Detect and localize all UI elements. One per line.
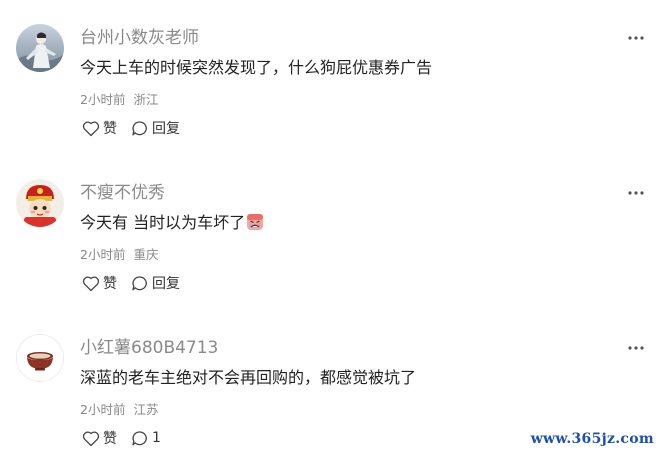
chat-bubble-icon (132, 120, 147, 135)
like-button[interactable]: 赞 (82, 428, 117, 448)
more-options-icon[interactable] (626, 183, 646, 203)
comment-location: 浙江 (133, 92, 159, 107)
chat-bubble-icon (132, 430, 147, 445)
comment-list: 台州小数灰老师 今天上车的时候突然发现了，什么狗屁优惠券广告 2小时前 浙江 赞… (0, 0, 662, 455)
comment-actions: 赞 回复 (82, 118, 180, 138)
reply-label: 回复 (152, 121, 180, 137)
heart-icon (82, 121, 100, 136)
more-options-icon[interactable] (626, 28, 646, 48)
comment-meta: 2小时前 浙江 (80, 92, 158, 108)
reply-button[interactable]: 回复 (131, 273, 180, 293)
like-button[interactable]: 赞 (82, 273, 117, 293)
username[interactable]: 不瘦不优秀 (80, 183, 165, 203)
like-label: 赞 (103, 431, 117, 447)
heart-icon (82, 276, 100, 291)
avatar[interactable] (16, 334, 64, 382)
comment-location: 江苏 (133, 402, 159, 417)
avatar[interactable] (16, 24, 64, 72)
cartoon-character-avatar-icon (16, 179, 64, 227)
bowl-avatar-icon (17, 335, 63, 381)
comment-item: 台州小数灰老师 今天上车的时候突然发现了，什么狗屁优惠券广告 2小时前 浙江 赞… (0, 0, 662, 155)
comment-time: 2小时前 (80, 247, 126, 262)
comment-time: 2小时前 (80, 92, 126, 107)
comment-text: 今天有 当时以为车坏了 (80, 213, 246, 232)
comment-text-row: 今天有 当时以为车坏了 (80, 213, 264, 236)
comment-meta: 2小时前 江苏 (80, 402, 158, 418)
crying-face-emoji-icon (246, 213, 264, 236)
watermark: www.365jz.com (530, 431, 654, 447)
username[interactable]: 台州小数灰老师 (80, 28, 199, 48)
comment-time: 2小时前 (80, 402, 126, 417)
comment-actions: 赞 回复 (82, 273, 180, 293)
more-options-icon[interactable] (626, 338, 646, 358)
comment-item: 不瘦不优秀 今天有 当时以为车坏了 2小时前 重庆 赞 回复 (0, 155, 662, 310)
figure-avatar-icon (16, 24, 64, 72)
like-label: 赞 (103, 121, 117, 137)
reply-count: 1 (152, 430, 161, 446)
comment-text: 今天上车的时候突然发现了，什么狗屁优惠券广告 (80, 58, 433, 77)
comment-location: 重庆 (133, 247, 159, 262)
comment-text: 深蓝的老车主绝对不会再回购的，都感觉被坑了 (80, 368, 417, 387)
reply-button[interactable]: 回复 (131, 118, 180, 138)
reply-button[interactable]: 1 (131, 430, 161, 447)
username[interactable]: 小红薯680B4713 (80, 338, 218, 358)
like-label: 赞 (103, 276, 117, 292)
avatar[interactable] (16, 179, 64, 227)
like-button[interactable]: 赞 (82, 118, 117, 138)
chat-bubble-icon (132, 275, 147, 290)
comment-actions: 赞 1 (82, 428, 161, 448)
reply-label: 回复 (152, 276, 180, 292)
heart-icon (82, 431, 100, 446)
comment-meta: 2小时前 重庆 (80, 247, 158, 263)
